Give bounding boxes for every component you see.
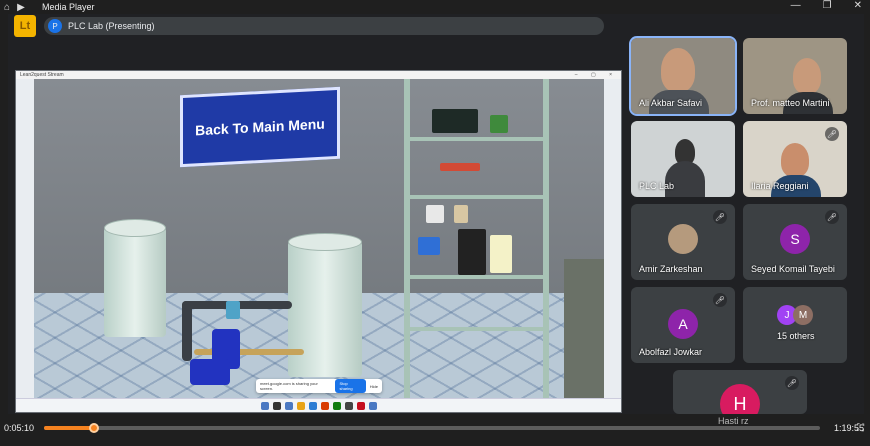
presenting-indicator: P PLC Lab (Presenting) — [44, 17, 604, 35]
equipment-rack — [404, 79, 549, 399]
shared-window-title: Lean2quest Stream — [20, 72, 64, 78]
participant-body — [665, 161, 705, 197]
others-avatars: J M — [777, 305, 813, 325]
io-module — [490, 115, 508, 133]
participant-tile[interactable]: A 🎤︎ Abolfazl Jowkar — [631, 287, 735, 363]
right-tank — [288, 233, 362, 377]
seek-bar[interactable] — [44, 423, 820, 433]
mic-off-icon: 🎤︎ — [825, 210, 839, 224]
participant-tile[interactable]: Prof. matteo Martini — [743, 38, 847, 114]
participant-tile[interactable]: 🎤︎ Ilaria Reggiani — [743, 121, 847, 197]
participant-name: Hasti rz — [718, 416, 749, 426]
window-title: Media Player — [42, 2, 95, 12]
others-count: 15 others — [777, 331, 815, 341]
play-circle-icon: ▶ — [17, 1, 25, 13]
app-icon — [284, 401, 293, 410]
pump — [190, 359, 230, 385]
variable-frequency-drive — [458, 229, 486, 275]
plc-module — [432, 109, 478, 133]
share-banner-text: meet.google.com is sharing your screen. — [260, 381, 318, 391]
shared-window-controls: – ▢ × — [574, 72, 618, 78]
participant-tile[interactable]: S 🎤︎ Seyed Komail Tayebi — [743, 204, 847, 280]
mic-off-icon: 🎤︎ — [825, 127, 839, 141]
presenter-avatar: P — [48, 19, 62, 33]
participant-avatar: S — [780, 224, 810, 254]
pipe — [182, 301, 192, 361]
app-icon — [332, 401, 341, 410]
participant-name: Amir Zarkeshan — [639, 264, 703, 274]
screen-share-banner: meet.google.com is sharing your screen. … — [256, 379, 382, 393]
display-module — [418, 237, 440, 255]
back-to-main-menu-sign[interactable]: Back To Main Menu — [180, 86, 340, 168]
meeting-header: Lt P PLC Lab (Presenting) — [14, 15, 604, 37]
left-tank — [104, 219, 166, 337]
participant-name: Ilaria Reggiani — [751, 181, 809, 191]
rack-shelf — [410, 137, 543, 141]
shared-screen: Lean2quest Stream – ▢ × Back To Main Men… — [15, 70, 622, 413]
shared-taskbar — [16, 398, 621, 412]
app-icon — [296, 401, 305, 410]
rack-shelf — [410, 275, 543, 279]
mic-off-icon: 🎤︎ — [713, 293, 727, 307]
participant-tile[interactable]: 🎤︎ Amir Zarkeshan — [631, 204, 735, 280]
sign-label: Back To Main Menu — [195, 115, 325, 139]
relay-module — [426, 205, 444, 223]
sim-right-wall — [564, 259, 604, 399]
app-icon — [356, 401, 365, 410]
participant-tile[interactable]: PLC Lab — [631, 121, 735, 197]
close-button[interactable]: ✕ — [854, 0, 862, 11]
rack-shelf — [410, 195, 543, 199]
relay-module — [454, 205, 468, 223]
participant-tile[interactable]: H 🎤︎ — [673, 370, 807, 414]
stop-sharing-button[interactable]: Stop sharing — [335, 379, 366, 393]
participant-video — [793, 58, 821, 94]
participant-video — [781, 143, 809, 177]
restore-button[interactable]: ❐ — [823, 0, 832, 11]
simulation-view: Back To Main Menu — [34, 79, 604, 403]
terminal-block — [440, 163, 480, 171]
hide-button[interactable]: Hide — [370, 384, 378, 389]
participant-avatar: H — [720, 384, 760, 414]
mic-off-icon: 🎤︎ — [785, 376, 799, 390]
app-icon — [320, 401, 329, 410]
app-icon — [344, 401, 353, 410]
app-icon: Lt — [14, 15, 36, 37]
title-bar: ⌂ ▶ Media Player — ❐ ✕ — [0, 0, 870, 14]
sensor — [226, 301, 240, 319]
start-icon — [260, 401, 269, 410]
participant-avatar: M — [793, 305, 813, 325]
shared-window-titlebar: Lean2quest Stream – ▢ × — [16, 71, 621, 79]
participant-name: Prof. matteo Martini — [751, 98, 830, 108]
participant-name: Seyed Komail Tayebi — [751, 264, 835, 274]
participant-name: Ali Akbar Safavi — [639, 98, 703, 108]
fullscreen-icon[interactable]: ⛶ — [857, 423, 864, 434]
participant-tile[interactable]: Ali Akbar Safavi — [629, 36, 737, 116]
participant-avatar: A — [668, 309, 698, 339]
seek-thumb[interactable] — [89, 423, 100, 433]
presenting-label: PLC Lab (Presenting) — [68, 21, 155, 31]
controller-module — [490, 235, 512, 273]
meeting-stage: Lt P PLC Lab (Presenting) Lean2quest Str… — [8, 14, 864, 414]
participant-name: Abolfazl Jowkar — [639, 347, 703, 357]
rack-shelf — [410, 327, 543, 331]
minimize-button[interactable]: — — [791, 0, 801, 11]
home-icon[interactable]: ⌂ — [0, 0, 14, 14]
participant-video — [661, 48, 695, 92]
mic-off-icon: 🎤︎ — [713, 210, 727, 224]
search-icon — [272, 401, 281, 410]
pipe — [194, 349, 304, 355]
seek-progress — [44, 426, 95, 430]
app-icon — [368, 401, 377, 410]
participant-name: PLC Lab — [639, 181, 675, 191]
others-tile[interactable]: J M 15 others — [743, 287, 847, 363]
app-icon — [308, 401, 317, 410]
playback-bar: 0:05:10 1:19:55 Hasti rz ⛶ — [0, 414, 870, 446]
participant-photo — [668, 224, 698, 254]
current-time: 0:05:10 — [4, 423, 35, 433]
